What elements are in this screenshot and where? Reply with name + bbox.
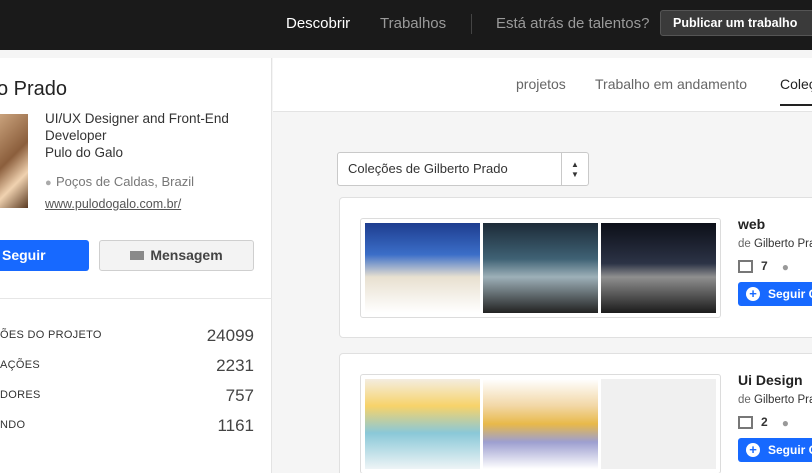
project-thumbnail[interactable] <box>601 379 716 469</box>
avatar <box>0 114 28 208</box>
follow-collection-button[interactable]: + Seguir Coleção <box>738 282 812 306</box>
location-pin-icon: ● <box>45 177 52 189</box>
collection-author: de Gilberto Prado <box>738 394 812 406</box>
select-arrows-icon: ▲ ▼ <box>561 153 588 185</box>
stat-following: NDO 1161 <box>0 416 254 436</box>
author-name[interactable]: Gilberto Prado <box>754 394 812 406</box>
plus-icon: + <box>746 287 760 301</box>
collection-select[interactable]: Coleções de Gilberto Prado ▲ ▼ <box>337 152 589 186</box>
collection-title[interactable]: Ui Design <box>738 372 803 388</box>
followers-icon: ● <box>781 259 789 274</box>
follow-collection-button[interactable]: + Seguir Coleção <box>738 438 812 462</box>
collection-card[interactable]: web de Gilberto Prado 7● +Seguir Coleção <box>339 197 812 338</box>
author-name[interactable]: Gilberto Prado <box>754 238 812 250</box>
talent-prompt[interactable]: Está atrás de talentos? <box>496 15 649 32</box>
tab-work-in-progress[interactable]: Trabalho em andamento <box>595 76 747 92</box>
project-thumbnail[interactable] <box>483 223 598 313</box>
stat-followers: DORES 757 <box>0 386 254 406</box>
stat-label: DORES <box>0 389 41 401</box>
project-thumbnail[interactable] <box>365 379 480 469</box>
author-prefix: de <box>738 238 751 250</box>
stat-label: ÕES DO PROJETO <box>0 329 102 341</box>
top-navigation-bar: Descobrir Trabalhos Está atrás de talent… <box>0 0 812 50</box>
stat-value: 757 <box>225 386 254 405</box>
stat-label: NDO <box>0 419 26 431</box>
profile-sidebar: o Prado UI/UX Designer and Front-End Dev… <box>0 58 272 473</box>
profile-role: UI/UX Designer and Front-End Developer <box>45 111 229 143</box>
project-count: 7 <box>761 259 768 273</box>
profile-name: o Prado <box>0 78 68 100</box>
follow-button[interactable]: Seguir <box>0 240 89 271</box>
stat-value: 24099 <box>206 326 254 345</box>
profile-tabs: projetos Trabalho em andamento Coleções <box>273 58 812 112</box>
follow-collection-label: Seguir Coleção <box>768 443 812 457</box>
collection-card[interactable]: Ui Design de Gilberto Prado 2● +Seguir C… <box>339 353 812 473</box>
collection-title[interactable]: web <box>738 216 765 232</box>
followers-icon: ● <box>781 415 789 430</box>
stat-value: 2231 <box>216 356 254 375</box>
nav-jobs[interactable]: Trabalhos <box>380 15 446 32</box>
author-prefix: de <box>738 394 751 406</box>
plus-icon: + <box>746 443 760 457</box>
envelope-icon <box>130 250 145 260</box>
collection-select-value: Coleções de Gilberto Prado <box>348 161 508 176</box>
stat-value: 1161 <box>217 416 254 435</box>
collection-thumbnails[interactable] <box>360 374 721 473</box>
divider <box>0 298 272 299</box>
collection-thumbnails[interactable] <box>360 218 721 318</box>
collection-author: de Gilberto Prado <box>738 238 812 250</box>
tab-collections[interactable]: Coleções <box>780 76 812 106</box>
stat-project-views: ÕES DO PROJETO 24099 <box>0 326 254 346</box>
tab-projects[interactable]: projetos <box>516 76 566 92</box>
stat-label: AÇÕES <box>0 359 41 371</box>
profile-location: ● Poços de Caldas, Brazil <box>45 174 194 189</box>
nav-discover[interactable]: Descobrir <box>286 15 350 32</box>
profile-company: Pulo do Galo <box>45 145 124 160</box>
stat-appreciations: AÇÕES 2231 <box>0 356 254 376</box>
collection-count: 7 ● <box>738 259 798 274</box>
message-button-label: Mensagem <box>150 247 223 263</box>
project-thumbnail[interactable] <box>483 379 598 469</box>
project-count: 2 <box>761 415 768 429</box>
main-content: projetos Trabalho em andamento Coleções … <box>273 58 812 473</box>
project-thumbnail[interactable] <box>365 223 480 313</box>
project-thumbnail[interactable] <box>601 223 716 313</box>
collection-count: 2 ● <box>738 415 798 430</box>
profile-website-link[interactable]: www.pulodogalo.com.br/ <box>45 197 181 211</box>
profile-location-text: Poços de Caldas, Brazil <box>56 174 195 189</box>
projects-icon <box>738 260 753 274</box>
message-button[interactable]: Mensagem <box>99 240 254 271</box>
projects-icon <box>738 416 753 430</box>
nav-divider <box>471 14 472 34</box>
follow-collection-label: Seguir Coleção <box>768 287 812 301</box>
publish-job-button[interactable]: Publicar um trabalho <box>660 10 812 36</box>
